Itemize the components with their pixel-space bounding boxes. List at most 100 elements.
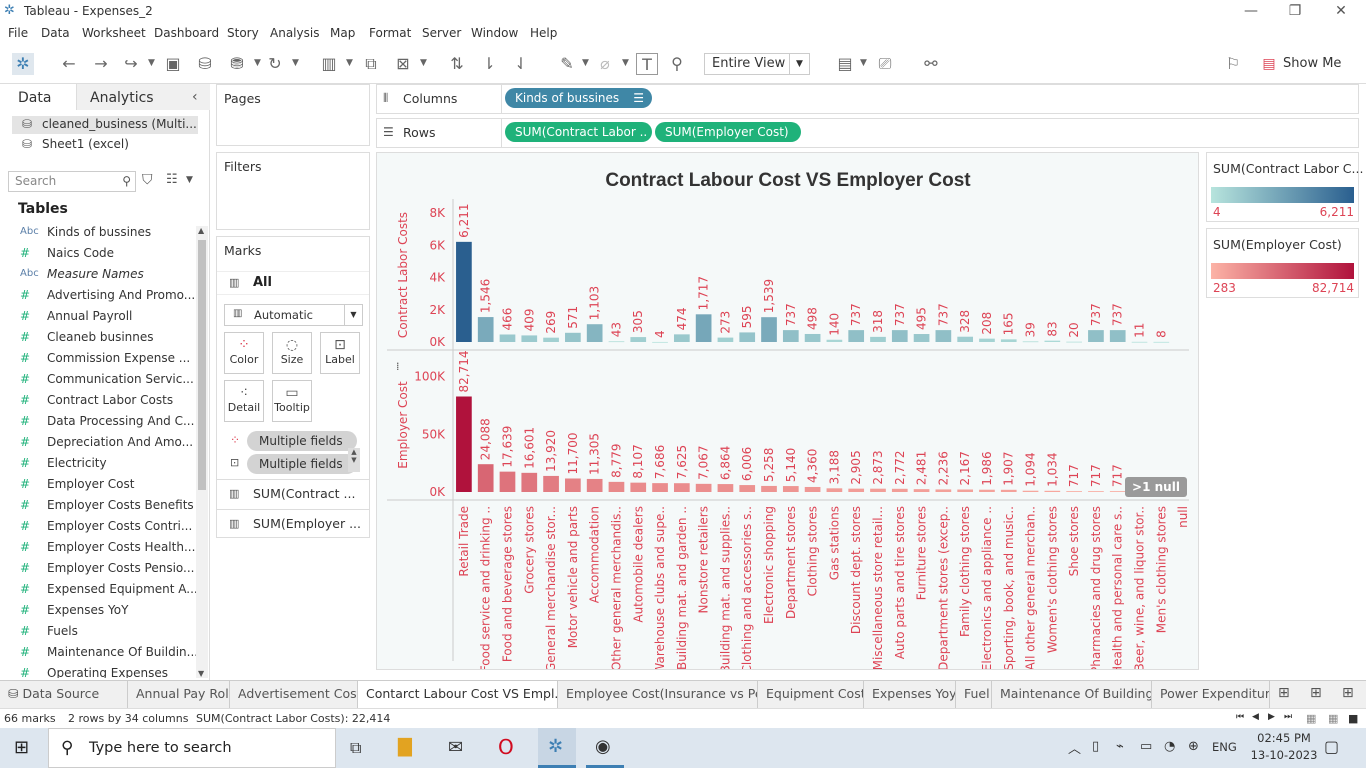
rows-shelf[interactable]: ☰ Rows SUM(Contract Labor .. SUM(Employe… — [376, 118, 1359, 148]
highlight-icon[interactable]: ✎ — [556, 53, 578, 75]
prev-sheet-icon[interactable]: ◀ — [1252, 712, 1259, 722]
show-cards-icon[interactable]: ▤ — [834, 53, 856, 75]
bar-employer[interactable] — [499, 471, 516, 492]
bar-contract[interactable] — [891, 330, 908, 342]
field-item[interactable]: # Contract Labor Costs — [0, 390, 195, 411]
redo-icon[interactable]: → — [90, 53, 112, 75]
sheet-tab[interactable]: Fuel — [956, 681, 992, 708]
menu-dashboard[interactable]: Dashboard — [154, 26, 219, 40]
tableau-taskbar-app[interactable]: ✲ — [538, 728, 576, 768]
bar-employer[interactable] — [1022, 490, 1039, 492]
menu-analysis[interactable]: Analysis — [270, 26, 319, 40]
swap-axes-icon[interactable]: ⇅ — [446, 53, 468, 75]
tray-wifi-icon[interactable]: ◔ — [1164, 739, 1175, 754]
sheet-tab[interactable]: Employee Cost(Insurance vs Pe... — [558, 681, 758, 708]
field-item[interactable]: # Commission Expense ... — [0, 348, 195, 369]
label-button[interactable]: ⊡ Label — [320, 332, 360, 374]
bar-employer[interactable] — [957, 489, 974, 492]
bar-employer[interactable] — [477, 464, 494, 492]
bar-contract[interactable] — [1066, 341, 1082, 343]
menu-data[interactable]: Data — [41, 26, 70, 40]
bar-contract[interactable] — [913, 334, 930, 342]
sheet-tab[interactable]: Power Expenditure — [1152, 681, 1270, 708]
bar-employer[interactable] — [935, 489, 952, 492]
field-item[interactable]: # Employer Costs Contri... — [0, 516, 195, 537]
bar-employer[interactable] — [782, 486, 799, 492]
columns-shelf[interactable]: ⦀ Columns Kinds of bussines ☰ — [376, 84, 1359, 114]
bar-contract[interactable] — [870, 336, 886, 342]
opera-icon[interactable]: O — [498, 735, 514, 759]
filter-icon[interactable]: ⛉ — [142, 172, 153, 188]
refresh-icon[interactable]: ↻ — [264, 53, 286, 75]
bar-employer[interactable] — [1109, 491, 1126, 492]
next-sheet-icon[interactable]: ▶ — [1268, 712, 1275, 722]
fix-axes-icon[interactable]: ⚲ — [666, 53, 688, 75]
field-item[interactable]: # Maintenance Of Buildin... — [0, 642, 196, 663]
fit-select[interactable]: Entire View ▼ — [704, 53, 810, 75]
task-view-icon[interactable]: ⧉ — [350, 738, 361, 758]
bar-employer[interactable] — [739, 485, 756, 492]
new-worksheet-icon[interactable]: ▥ — [318, 53, 340, 75]
windows-start-icon[interactable]: ⊞ — [14, 737, 29, 758]
refresh-dropdown-icon[interactable]: ▼ — [292, 58, 299, 68]
bar-contract[interactable] — [804, 333, 821, 342]
bar-contract[interactable] — [1088, 330, 1104, 342]
view-options-dropdown-icon[interactable]: ▼ — [186, 175, 193, 185]
bar-employer[interactable] — [608, 481, 625, 492]
menu-window[interactable]: Window — [471, 26, 518, 40]
sheet-tab[interactable]: Maintenance Of Buildings — [992, 681, 1152, 708]
sheet-tab[interactable]: Annual Pay Roll — [128, 681, 230, 708]
bar-contract[interactable] — [456, 241, 472, 342]
field-item[interactable]: # Expenses YoY — [0, 600, 195, 621]
tableau-home-icon[interactable]: ✲ — [12, 53, 34, 75]
snip-taskbar-app[interactable]: ◉ — [586, 728, 624, 768]
field-item[interactable]: # Fuels — [0, 621, 195, 642]
bar-employer[interactable] — [695, 483, 712, 492]
tooltip-button[interactable]: ▭ Tooltip — [272, 380, 312, 422]
replay-icon[interactable]: ↪ — [120, 53, 142, 75]
field-item[interactable]: # Employer Costs Benefits — [0, 495, 195, 516]
tray-globe-icon[interactable]: ⊕ — [1188, 739, 1199, 754]
field-item[interactable]: # Advertising And Promo... — [0, 285, 195, 306]
sheet-tab[interactable]: Equipment Cost — [758, 681, 864, 708]
bar-employer[interactable] — [673, 483, 690, 492]
minimize-button[interactable]: — — [1236, 2, 1266, 22]
filters-shelf[interactable]: Filters — [216, 152, 370, 230]
field-item[interactable]: # Employer Cost — [0, 474, 195, 495]
bar-employer[interactable] — [1000, 489, 1017, 492]
tab-analytics[interactable]: Analytics — [90, 88, 154, 108]
show-sheet-sorter-icon[interactable]: ▦ — [1328, 712, 1338, 725]
bar-contract[interactable] — [1044, 340, 1061, 342]
columns-pill-kinds[interactable]: Kinds of bussines ☰ — [505, 88, 652, 108]
rows-pill-contract[interactable]: SUM(Contract Labor .. — [505, 122, 652, 142]
bar-employer[interactable] — [848, 488, 865, 492]
bar-employer[interactable] — [1088, 491, 1104, 492]
bar-employer[interactable] — [543, 475, 559, 492]
pause-dropdown-icon[interactable]: ▼ — [254, 58, 261, 68]
marks-measure-employer[interactable]: ▥ SUM(Employer ... — [217, 509, 369, 537]
tray-language[interactable]: ENG — [1212, 740, 1237, 754]
file-explorer-icon[interactable]: ▇ — [398, 736, 412, 757]
bar-employer[interactable] — [1066, 491, 1082, 492]
bar-contract[interactable] — [1109, 330, 1126, 342]
field-item[interactable]: # Communication Servic... — [0, 369, 195, 390]
new-story-tab-icon[interactable]: ⊞ — [1342, 685, 1354, 701]
menu-map[interactable]: Map — [330, 26, 355, 40]
mark-type-select[interactable]: ▥ Automatic ▼ — [224, 304, 363, 326]
bar-contract[interactable] — [673, 334, 690, 342]
presentation-mode-icon[interactable]: ⎚ — [874, 53, 896, 75]
menu-file[interactable]: File — [8, 26, 28, 40]
bar-contract[interactable] — [957, 336, 974, 342]
field-item[interactable]: # Employer Costs Pensio... — [0, 558, 195, 579]
legend-contract[interactable]: SUM(Contract Labor C... 4 6,211 — [1206, 152, 1363, 222]
field-item[interactable]: # Employer Costs Health... — [0, 537, 195, 558]
field-item[interactable]: # Data Processing And C... — [0, 411, 195, 432]
datasource-item[interactable]: ⛁ Sheet1 (excel) — [12, 136, 198, 154]
pin-icon[interactable]: ⚐ — [1222, 53, 1244, 75]
first-sheet-icon[interactable]: ⏮ — [1236, 712, 1244, 722]
marks-all-row[interactable]: ▥ All — [217, 271, 369, 295]
bar-employer[interactable] — [565, 478, 581, 492]
tray-chevron-icon[interactable]: ︿ — [1068, 738, 1081, 757]
new-worksheet-tab-icon[interactable]: ⊞ — [1278, 685, 1290, 701]
last-sheet-icon[interactable]: ⏭ — [1284, 712, 1292, 722]
